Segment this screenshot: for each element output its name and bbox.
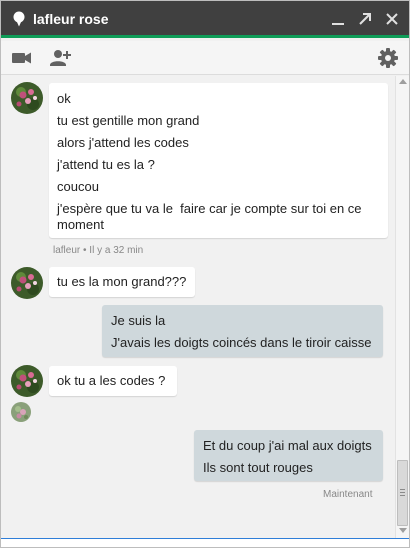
- grip-line: [400, 492, 405, 493]
- add-person-icon[interactable]: [48, 46, 72, 70]
- message-input-edge[interactable]: [1, 538, 409, 547]
- message-list[interactable]: ok tu est gentille mon grand alors j'att…: [1, 76, 395, 538]
- message-line: coucou: [57, 179, 99, 194]
- scrollbar[interactable]: [395, 76, 409, 538]
- message-line: tu est gentille mon grand: [57, 113, 200, 128]
- message-line: Ils sont tout rouges: [203, 460, 313, 475]
- gear-icon[interactable]: [376, 46, 400, 70]
- message-line: Je suis la: [111, 313, 166, 328]
- contact-avatar: [11, 82, 43, 114]
- minimize-icon[interactable]: [328, 9, 348, 29]
- message-line: j'attend tu es la ?: [57, 157, 155, 172]
- message-line: J'avais les doigts coincés dans le tiroi…: [111, 335, 372, 350]
- scrollbar-thumb[interactable]: [397, 460, 408, 526]
- message-line: ok tu a les codes ?: [57, 373, 166, 388]
- scroll-up-arrow-icon[interactable]: [399, 79, 407, 84]
- chat-window: lafleur rose ok tu est gentille mon gran…: [0, 0, 410, 548]
- message-line: tu es la mon grand???: [57, 274, 187, 289]
- grip-line: [400, 489, 405, 490]
- message-line: ok: [57, 91, 71, 106]
- chat-toolbar: [1, 41, 409, 75]
- incoming-message-bubble: ok tu est gentille mon grand alors j'att…: [49, 83, 388, 238]
- scroll-down-arrow-icon[interactable]: [399, 528, 407, 533]
- message-timestamp: Maintenant: [323, 489, 373, 500]
- incoming-message-bubble: ok tu a les codes ?: [49, 366, 177, 396]
- seen-avatar: [11, 402, 31, 422]
- popout-icon[interactable]: [355, 9, 375, 29]
- message-line: Et du coup j'ai mal aux doigts: [203, 438, 372, 453]
- message-timestamp: lafleur • Il y a 32 min: [53, 245, 144, 256]
- grip-line: [400, 495, 405, 496]
- outgoing-message-bubble: Et du coup j'ai mal aux doigts Ils sont …: [194, 430, 383, 481]
- message-line: alors j'attend les codes: [57, 135, 189, 150]
- title-bar[interactable]: lafleur rose: [1, 1, 409, 38]
- outgoing-message-bubble: Je suis la J'avais les doigts coincés da…: [102, 305, 383, 357]
- message-line: j'espère que tu va le faire car je compt…: [57, 201, 366, 232]
- contact-avatar: [11, 365, 43, 397]
- video-camera-icon[interactable]: [10, 46, 34, 70]
- window-title: lafleur rose: [33, 11, 109, 27]
- close-icon[interactable]: [382, 9, 402, 29]
- contact-avatar: [11, 267, 43, 299]
- incoming-message-bubble: tu es la mon grand???: [49, 267, 195, 297]
- chat-bubble-icon: [13, 11, 25, 27]
